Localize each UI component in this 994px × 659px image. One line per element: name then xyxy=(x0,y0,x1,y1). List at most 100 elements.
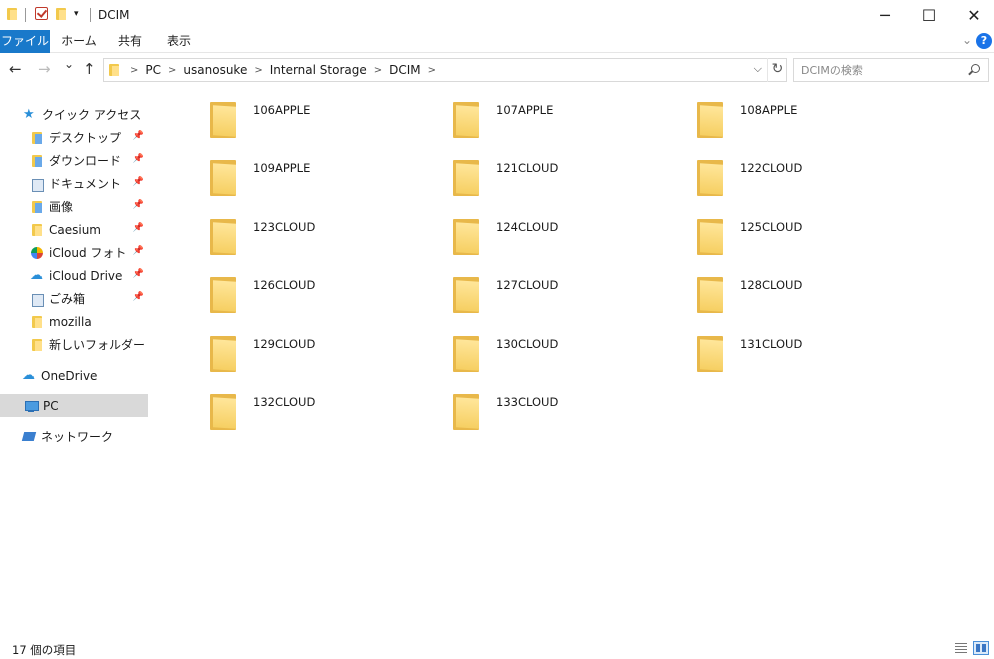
folder-item[interactable]: 131CLOUD xyxy=(697,336,927,386)
chevron-right-icon[interactable]: > xyxy=(252,65,264,76)
folder-item[interactable]: 130CLOUD xyxy=(453,336,683,386)
folder-item[interactable]: 127CLOUD xyxy=(453,277,683,327)
title-bar: ▾ DCIM ─ ☐ ✕ xyxy=(0,0,994,30)
folder-name: 122CLOUD xyxy=(740,161,803,175)
ribbon-tabs: ファイル ホーム 共有 表示 ⌄ ? xyxy=(0,30,994,53)
folder-icon xyxy=(697,336,725,372)
sidebar-item-label: ダウンロード xyxy=(49,154,122,168)
folder-item[interactable]: 125CLOUD xyxy=(697,219,927,269)
customize-toolbar-icon[interactable]: ▾ xyxy=(74,9,79,19)
folder-item[interactable]: 126CLOUD xyxy=(210,277,440,327)
large-icons-view-icon[interactable] xyxy=(973,641,989,655)
refresh-button[interactable]: ↻ xyxy=(767,58,787,82)
pin-icon[interactable]: 📌 xyxy=(133,177,144,187)
sidebar-item-icloud-photos[interactable]: iCloud フォト 📌 xyxy=(0,241,148,264)
sidebar-item-new-folder[interactable]: 新しいフォルダー xyxy=(0,333,148,356)
folder-icon xyxy=(210,219,238,255)
sidebar-item-label: Caesium xyxy=(49,222,101,237)
star-icon: ★ xyxy=(23,106,35,122)
search-icon[interactable] xyxy=(971,64,980,73)
sidebar-item-network[interactable]: ネットワーク xyxy=(0,425,148,448)
tab-home[interactable]: ホーム xyxy=(57,30,101,53)
pc-icon xyxy=(24,399,39,413)
folder-item[interactable]: 129CLOUD xyxy=(210,336,440,386)
breadcrumb-storage[interactable]: Internal Storage xyxy=(265,63,372,77)
window-title: DCIM xyxy=(98,8,130,22)
pin-icon[interactable]: 📌 xyxy=(133,200,144,210)
expand-ribbon-icon[interactable]: ⌄ xyxy=(962,33,972,47)
pin-icon[interactable]: 📌 xyxy=(133,246,144,256)
pin-icon[interactable]: 📌 xyxy=(133,269,144,279)
up-button[interactable]: ↑ xyxy=(83,60,96,78)
folder-item[interactable]: 107APPLE xyxy=(453,102,683,152)
address-dropdown-icon[interactable]: ⌵ xyxy=(754,62,762,76)
close-button[interactable]: ✕ xyxy=(951,0,994,30)
folder-name: 129CLOUD xyxy=(253,337,316,351)
folder-item[interactable]: 122CLOUD xyxy=(697,160,927,210)
help-icon[interactable]: ? xyxy=(976,33,992,49)
chevron-right-icon[interactable]: > xyxy=(426,65,438,76)
folder-icon xyxy=(453,219,481,255)
chevron-right-icon[interactable]: > xyxy=(128,65,140,76)
folder-item[interactable]: 108APPLE xyxy=(697,102,927,152)
breadcrumb-pc[interactable]: PC xyxy=(140,63,166,77)
pin-icon[interactable]: 📌 xyxy=(133,154,144,164)
maximize-button[interactable]: ☐ xyxy=(906,0,952,30)
sidebar-item-desktop[interactable]: デスクトップ 📌 xyxy=(0,126,148,149)
sidebar-item-label: ドキュメント xyxy=(49,177,122,191)
breadcrumb-dcim[interactable]: DCIM xyxy=(384,63,426,77)
tab-view[interactable]: 表示 xyxy=(158,30,200,53)
folder-item[interactable]: 121CLOUD xyxy=(453,160,683,210)
folder-icon xyxy=(210,277,238,313)
sidebar-item-onedrive[interactable]: ☁ OneDrive xyxy=(0,364,148,387)
properties-icon[interactable] xyxy=(35,7,48,20)
sidebar-item-pictures[interactable]: 画像 📌 xyxy=(0,195,148,218)
divider xyxy=(25,8,26,22)
folder-item[interactable]: 109APPLE xyxy=(210,160,440,210)
folder-icon xyxy=(210,102,238,138)
folder-item[interactable]: 132CLOUD xyxy=(210,394,440,444)
folder-item[interactable]: 123CLOUD xyxy=(210,219,440,269)
sidebar-item-label: iCloud フォト xyxy=(49,246,127,260)
download-icon xyxy=(30,154,44,168)
sidebar-item-mozilla[interactable]: mozilla xyxy=(0,310,148,333)
pin-icon[interactable]: 📌 xyxy=(133,131,144,141)
folder-item[interactable]: 128CLOUD xyxy=(697,277,927,327)
chevron-right-icon[interactable]: > xyxy=(166,65,178,76)
sidebar-item-recycle-bin[interactable]: ごみ箱 📌 xyxy=(0,287,148,310)
folder-icon xyxy=(697,160,725,196)
pin-icon[interactable]: 📌 xyxy=(133,223,144,233)
search-input[interactable] xyxy=(794,59,964,81)
breadcrumb-user[interactable]: usanosuke xyxy=(178,63,252,77)
chevron-right-icon[interactable]: > xyxy=(372,65,384,76)
folder-icon xyxy=(453,277,481,313)
folder-name: 125CLOUD xyxy=(740,220,803,234)
folder-item[interactable]: 133CLOUD xyxy=(453,394,683,444)
folder-icon xyxy=(453,160,481,196)
details-view-icon[interactable] xyxy=(953,641,969,655)
tab-file[interactable]: ファイル xyxy=(0,30,50,53)
tab-share[interactable]: 共有 xyxy=(110,30,150,53)
sidebar-item-label: 新しいフォルダー xyxy=(49,338,146,352)
navigation-bar: ← → ⌄ ↑ > PC > usanosuke > Internal Stor… xyxy=(0,54,994,86)
folder-item[interactable]: 124CLOUD xyxy=(453,219,683,269)
forward-button[interactable]: → xyxy=(38,60,51,78)
folder-item[interactable]: 106APPLE xyxy=(210,102,440,152)
sidebar-item-pc[interactable]: PC xyxy=(0,394,148,417)
search-box[interactable] xyxy=(793,58,989,82)
pin-icon[interactable]: 📌 xyxy=(133,292,144,302)
sidebar-item-caesium[interactable]: Caesium 📌 xyxy=(0,218,148,241)
minimize-button[interactable]: ─ xyxy=(862,0,908,30)
back-button[interactable]: ← xyxy=(9,60,22,78)
recent-locations-button[interactable]: ⌄ xyxy=(64,57,74,71)
sidebar-item-quick-access[interactable]: ★ クイック アクセス xyxy=(0,103,148,126)
sidebar-item-icloud-drive[interactable]: ☁ iCloud Drive 📌 xyxy=(0,264,148,287)
sidebar-item-downloads[interactable]: ダウンロード 📌 xyxy=(0,149,148,172)
address-bar[interactable]: > PC > usanosuke > Internal Storage > DC… xyxy=(103,58,787,82)
new-folder-icon[interactable] xyxy=(55,7,67,21)
sidebar-item-documents[interactable]: ドキュメント 📌 xyxy=(0,172,148,195)
folder-icon xyxy=(453,102,481,138)
folder-name: 107APPLE xyxy=(496,103,554,117)
folder-name: 126CLOUD xyxy=(253,278,316,292)
folder-icon xyxy=(30,338,44,352)
